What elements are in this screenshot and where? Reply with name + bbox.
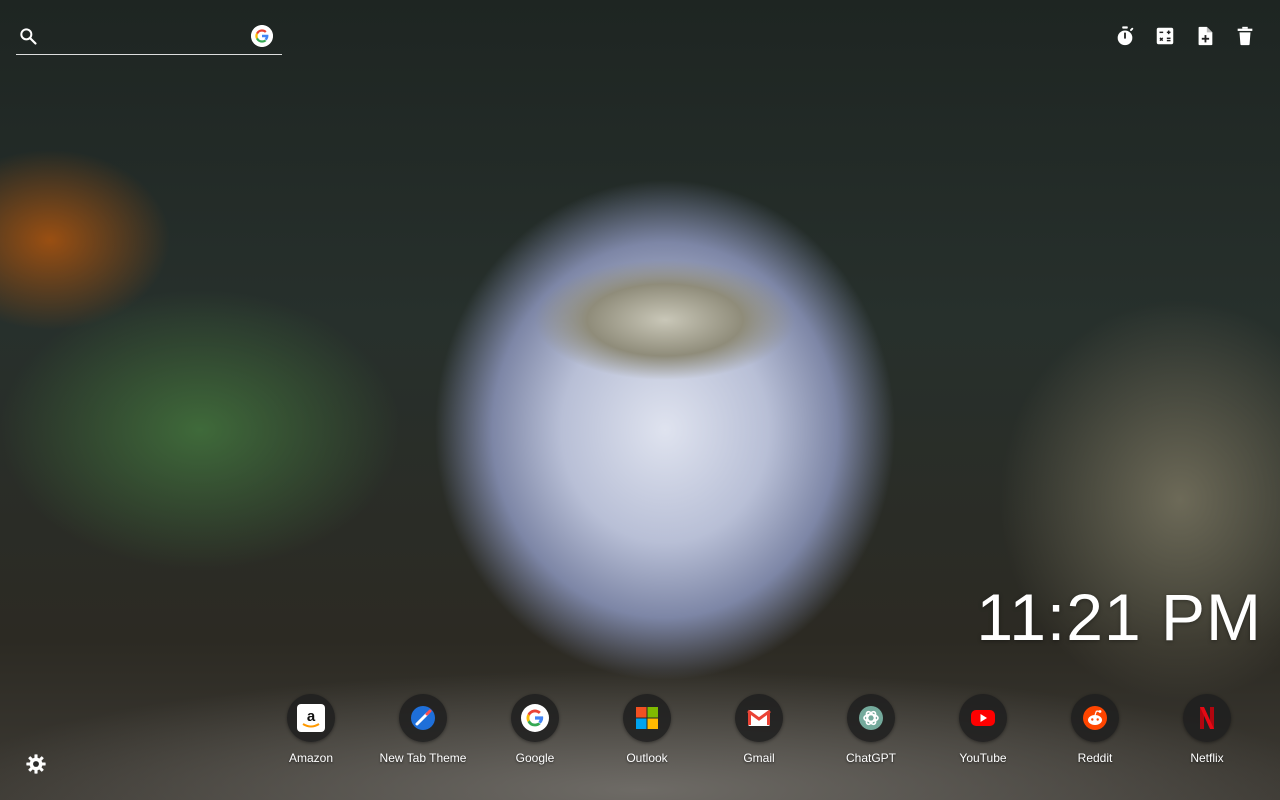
google-icon — [521, 704, 549, 732]
gear-icon[interactable] — [25, 753, 47, 775]
shortcut-label: YouTube — [959, 751, 1007, 765]
search-input[interactable] — [48, 24, 242, 52]
clock-time: 11:21 PM — [976, 580, 1262, 654]
shortcut-icon-container — [1071, 694, 1119, 742]
stopwatch-icon[interactable] — [1114, 24, 1136, 48]
shortcut-label: ChatGPT — [845, 751, 896, 765]
shortcut-label: Reddit — [1077, 751, 1113, 765]
netflix-icon — [1200, 707, 1214, 729]
youtube-icon — [971, 710, 995, 726]
shortcut-reddit[interactable]: Reddit — [1039, 694, 1151, 765]
top-toolbar — [1114, 24, 1256, 48]
shortcut-icon-container — [1183, 694, 1231, 742]
shortcut-icon-container — [399, 694, 447, 742]
shortcut-gmail[interactable]: Gmail — [703, 694, 815, 765]
shortcut-label: Outlook — [626, 751, 668, 765]
windows-icon — [636, 707, 658, 729]
shortcut-amazon[interactable]: a Amazon — [255, 694, 367, 765]
note-add-icon[interactable] — [1194, 24, 1216, 48]
shortcut-label: Google — [515, 751, 555, 765]
google-icon[interactable] — [251, 25, 273, 47]
shortcut-label: Amazon — [288, 751, 334, 765]
reddit-icon — [1083, 706, 1107, 730]
shortcut-chatgpt[interactable]: ChatGPT — [815, 694, 927, 765]
shortcut-youtube[interactable]: YouTube — [927, 694, 1039, 765]
shortcut-dock: a Amazon New Tab Theme Google Outlook Gm… — [255, 694, 1265, 770]
search-bar — [16, 22, 282, 55]
gmail-icon — [747, 709, 771, 726]
search-icon[interactable] — [18, 26, 38, 46]
svg-text:a: a — [307, 708, 316, 725]
shortcut-label: Netflix — [1190, 751, 1224, 765]
shortcut-google[interactable]: Google — [479, 694, 591, 765]
shortcut-icon-container: a — [287, 694, 335, 742]
shortcut-icon-container — [623, 694, 671, 742]
shortcut-icon-container — [511, 694, 559, 742]
shortcut-icon-container — [847, 694, 895, 742]
shortcut-icon-container — [959, 694, 1007, 742]
amazon-icon: a — [297, 704, 325, 732]
shortcut-outlook[interactable]: Outlook — [591, 694, 703, 765]
shortcut-label: Gmail — [743, 751, 775, 765]
new-tab-theme-icon — [411, 706, 435, 730]
chatgpt-icon — [859, 706, 883, 730]
shortcut-icon-container — [735, 694, 783, 742]
shortcut-netflix[interactable]: Netflix — [1151, 694, 1263, 765]
trash-icon[interactable] — [1234, 24, 1256, 48]
calculator-icon[interactable] — [1154, 24, 1176, 48]
shortcut-label: New Tab Theme — [379, 751, 467, 765]
shortcut-new-tab-theme[interactable]: New Tab Theme — [367, 694, 479, 765]
